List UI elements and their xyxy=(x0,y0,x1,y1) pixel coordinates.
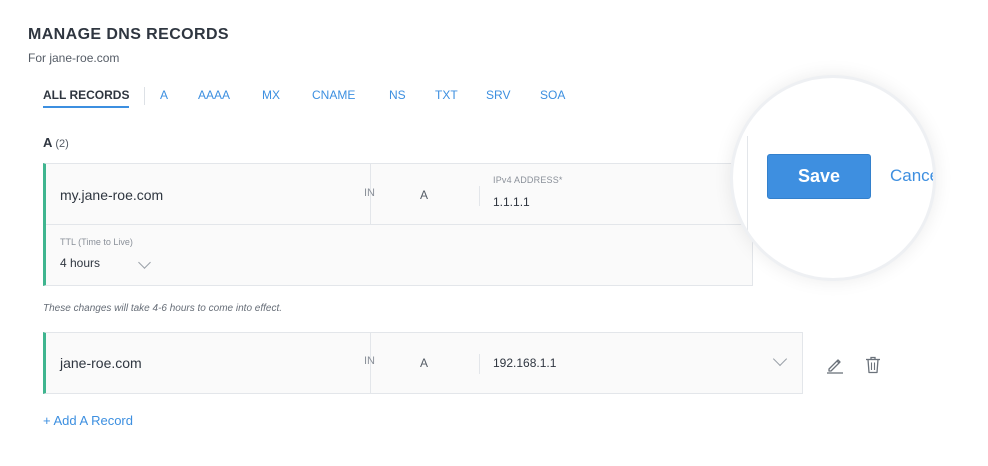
record-edit-card: my.jane-roe.com IN A IPv4 ADDRESS* 1.1.1… xyxy=(43,163,753,286)
page-title: MANAGE DNS RECORDS xyxy=(28,26,229,43)
ipv4-address-input[interactable]: 1.1.1.1 xyxy=(493,195,530,209)
tab-cname[interactable]: CNAME xyxy=(312,88,355,106)
ipv4-address-value: 192.168.1.1 xyxy=(493,356,557,370)
section-title: A xyxy=(43,135,53,150)
record-class: IN xyxy=(364,355,375,367)
tab-aaaa[interactable]: AAAA xyxy=(198,88,230,106)
column-divider xyxy=(479,186,480,206)
tab-mx[interactable]: MX xyxy=(262,88,280,106)
record-type: A xyxy=(420,188,429,202)
record-count: (2) xyxy=(55,138,69,150)
chevron-down-icon[interactable] xyxy=(772,351,788,367)
tab-srv[interactable]: SRV xyxy=(486,88,510,106)
ipv4-address-label: IPv4 ADDRESS* xyxy=(493,175,563,185)
propagation-note: These changes will take 4-6 hours to com… xyxy=(43,303,283,314)
section-heading: A (2) xyxy=(43,135,69,150)
tab-txt[interactable]: TXT xyxy=(435,88,458,106)
ttl-label: TTL (Time to Live) xyxy=(60,237,133,247)
tab-a[interactable]: A xyxy=(160,88,168,106)
cancel-button[interactable]: Cance xyxy=(890,166,933,186)
magnifier-callout: Save Cance xyxy=(730,75,936,281)
record-edit-main-row: my.jane-roe.com IN A IPv4 ADDRESS* 1.1.1… xyxy=(46,164,752,225)
column-divider xyxy=(479,354,480,374)
tab-ns[interactable]: NS xyxy=(389,88,406,106)
record-row: jane-roe.com IN A 192.168.1.1 xyxy=(43,332,803,394)
record-type: A xyxy=(420,356,429,370)
ttl-select[interactable]: 4 hours xyxy=(60,256,100,270)
pencil-icon[interactable] xyxy=(826,356,844,379)
save-button[interactable]: Save xyxy=(767,154,871,199)
tab-soa[interactable]: SOA xyxy=(540,88,565,106)
tab-all-records[interactable]: ALL RECORDS xyxy=(43,88,130,108)
add-a-record-link[interactable]: + Add A Record xyxy=(43,413,133,428)
chevron-down-icon[interactable] xyxy=(138,256,151,269)
page-subtitle: For jane-roe.com xyxy=(28,51,120,65)
record-class: IN xyxy=(364,187,375,199)
trash-icon[interactable] xyxy=(865,356,881,379)
tab-separator xyxy=(144,87,145,105)
host-value: jane-roe.com xyxy=(60,355,142,371)
host-field[interactable]: my.jane-roe.com xyxy=(60,187,163,203)
card-edge xyxy=(747,136,748,256)
